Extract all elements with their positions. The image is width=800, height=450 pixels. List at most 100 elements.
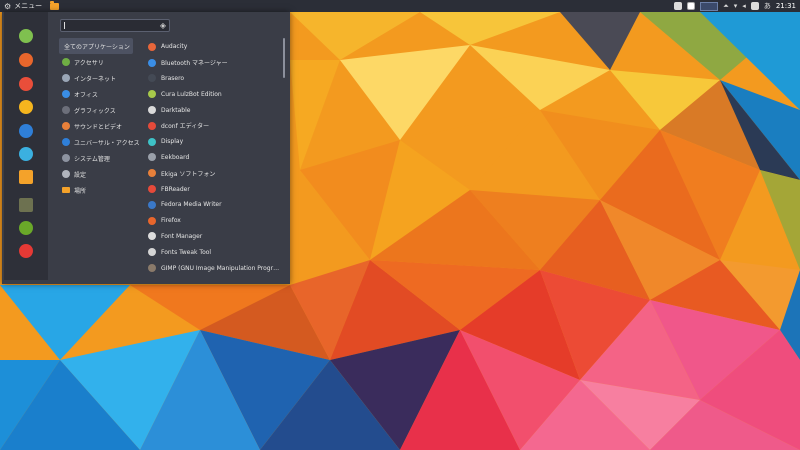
category-item[interactable]: ユニバーサル・アクセス <box>59 134 140 150</box>
text-cursor <box>64 22 65 29</box>
app-item[interactable]: FBReader <box>148 181 280 197</box>
app-icon <box>148 200 156 209</box>
app-item[interactable]: Firefox <box>148 213 280 229</box>
category-label: ユニバーサル・アクセス <box>74 139 140 147</box>
files-launcher-icon[interactable] <box>50 0 60 10</box>
category-item[interactable]: オフィス <box>59 86 133 102</box>
category-label: 場所 <box>74 187 87 195</box>
favorite-software-manager-icon[interactable] <box>19 29 33 43</box>
system-icon <box>62 154 70 162</box>
app-list: Audacity Bluetooth マネージャー Brasero Cura Lulz… <box>148 39 280 280</box>
search-clear-icon[interactable]: ◈ <box>160 21 166 31</box>
category-item[interactable]: システム管理 <box>59 150 133 166</box>
app-label: Fonts Tweak Tool <box>161 248 212 256</box>
multimedia-icon <box>62 122 70 130</box>
app-label: Cura LulzBot Edition <box>161 90 222 98</box>
wifi-icon[interactable]: ▾ <box>734 2 738 10</box>
app-label: Bluetooth マネージャー <box>161 60 228 68</box>
category-label: インターネット <box>74 75 117 83</box>
category-label: システム管理 <box>74 155 110 163</box>
network-icon[interactable]: ⏶ <box>723 2 729 11</box>
tray-monitor-icon[interactable] <box>687 2 696 10</box>
favorite-text-editor-icon[interactable] <box>19 147 33 161</box>
application-menu: ◈ 全てのアプリケーションアクセサリインターネット オフィスグラフィックスサウンド… <box>2 12 290 284</box>
app-label: Fedora Media Writer <box>161 201 222 209</box>
app-label: Darktable <box>161 106 191 114</box>
app-label: Ekiga ソフトフォン <box>161 170 216 178</box>
app-item[interactable]: Ekiga ソフトフォン <box>148 165 280 181</box>
favorite-document-viewer-icon[interactable] <box>19 124 33 138</box>
category-label: 全てのアプリケーション <box>64 43 130 51</box>
accessories-icon <box>62 58 70 66</box>
app-item[interactable]: Cura LulzBot Edition <box>148 86 280 102</box>
app-icon <box>148 185 156 194</box>
app-list-scrollbar[interactable] <box>283 38 285 78</box>
category-item[interactable]: アクセサリ <box>59 54 133 70</box>
app-item[interactable]: GIMP (GNU Image Manipulation Progr… <box>148 260 280 276</box>
main-menu-button[interactable]: ⚙ メニュー <box>0 0 46 12</box>
graphics-icon <box>62 106 70 114</box>
workspace-switcher[interactable] <box>700 1 719 11</box>
internet-icon <box>62 74 70 82</box>
app-icon <box>148 74 156 83</box>
tray-app-icon[interactable] <box>674 2 683 10</box>
app-icon <box>148 137 156 146</box>
favorites-sidebar <box>4 12 48 280</box>
input-method-icon[interactable]: あ <box>764 1 771 11</box>
favorite-shutdown-icon[interactable] <box>19 244 33 258</box>
app-icon <box>148 153 156 162</box>
app-label: Font Manager <box>161 232 203 240</box>
category-item[interactable]: 全てのアプリケーション <box>59 38 133 54</box>
category-label: オフィス <box>74 91 98 99</box>
app-label: dconf エディター <box>161 123 210 131</box>
app-icon <box>148 106 156 115</box>
folder-icon <box>62 187 70 193</box>
app-label: Firefox <box>161 217 181 225</box>
app-label: Display <box>161 138 184 146</box>
search-input[interactable]: ◈ <box>60 19 170 32</box>
app-icon <box>148 58 156 67</box>
category-item[interactable]: 設定 <box>59 166 133 182</box>
favorite-media-player-icon[interactable] <box>19 100 33 114</box>
app-item[interactable]: Bluetooth マネージャー <box>148 55 280 71</box>
clock[interactable]: 21:31 <box>776 2 796 10</box>
app-item[interactable]: Darktable <box>148 102 280 118</box>
favorite-thunderbird-icon[interactable] <box>19 77 33 91</box>
clipboard-icon[interactable] <box>750 2 759 10</box>
favorite-lock-screen-icon[interactable] <box>19 198 33 212</box>
app-label: FBReader <box>161 185 190 193</box>
category-item[interactable]: サウンドとビデオ <box>59 118 133 134</box>
top-panel: ⚙ メニュー ⏶ ▾ ◂ あ 21:31 <box>0 0 800 12</box>
category-label: 設定 <box>74 171 87 179</box>
favorite-logout-icon[interactable] <box>19 221 33 235</box>
category-label: グラフィックス <box>74 107 116 115</box>
app-item[interactable]: dconf エディター <box>148 118 280 134</box>
favorite-firefox-icon[interactable] <box>19 53 33 67</box>
gear-icon: ⚙ <box>4 1 12 11</box>
favorite-files-icon[interactable] <box>19 170 33 184</box>
app-item[interactable]: Font Manager <box>148 229 280 245</box>
app-item[interactable]: Fedora Media Writer <box>148 197 280 213</box>
category-item[interactable]: 場所 <box>59 182 133 198</box>
volume-icon[interactable]: ◂ <box>742 2 746 10</box>
app-icon <box>148 264 156 273</box>
app-item[interactable]: Eekboard <box>148 150 280 166</box>
app-label: Audacity <box>161 43 188 51</box>
settings-icon <box>62 170 70 178</box>
app-icon <box>148 216 156 225</box>
app-icon <box>148 121 156 130</box>
app-icon <box>148 42 156 51</box>
category-item[interactable]: インターネット <box>59 70 133 86</box>
accessibility-icon <box>62 138 70 146</box>
app-item[interactable]: Fonts Tweak Tool <box>148 244 280 260</box>
category-label: アクセサリ <box>74 59 104 67</box>
category-item[interactable]: グラフィックス <box>59 102 133 118</box>
app-icon <box>148 232 156 241</box>
menu-label: メニュー <box>14 2 43 10</box>
app-item[interactable]: Audacity <box>148 39 280 55</box>
app-item[interactable]: Display <box>148 134 280 150</box>
app-icon <box>148 169 156 178</box>
app-label: GIMP (GNU Image Manipulation Progr… <box>161 264 280 272</box>
app-label: Eekboard <box>161 153 190 161</box>
app-item[interactable]: Brasero <box>148 71 280 87</box>
